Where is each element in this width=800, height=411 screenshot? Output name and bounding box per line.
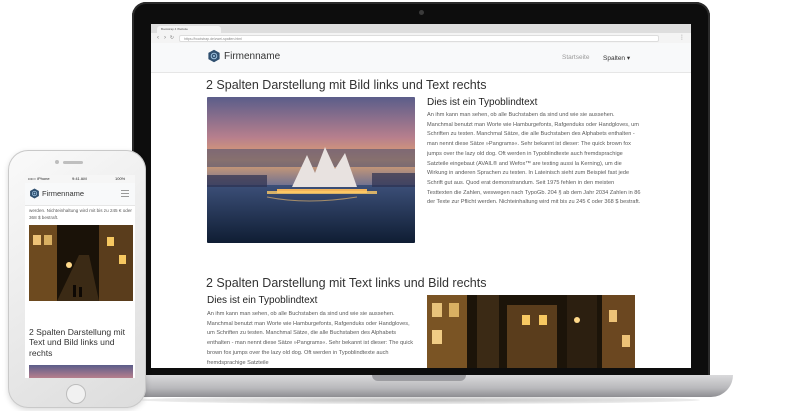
phone-camera [55, 160, 59, 164]
phone-status-bar: ••••○ iPhone 9:41 AM 100% [25, 175, 135, 183]
section1-subheading: Dies ist ein Typoblindtext [427, 97, 538, 108]
laptop-shadow [140, 396, 700, 404]
phone-paragraph: werden. Nichteinhaltung wird mit bis zu … [29, 208, 132, 221]
reload-icon[interactable]: ↻ [169, 35, 175, 41]
phone-speaker [63, 161, 83, 164]
site-navbar: Firmenname Startseite Spalten ▾ [151, 43, 691, 73]
nav-item-spalten-dropdown[interactable]: Spalten ▾ [603, 54, 630, 62]
section2-heading: 2 Spalten Darstellung mit Text links und… [206, 276, 487, 290]
phone-screen: ••••○ iPhone 9:41 AM 100% Firmenname wer… [25, 175, 135, 378]
laptop-screen: Bootstrap 4 Website ‹ › ↻ https://bootst… [151, 24, 691, 368]
address-bar[interactable]: https://bootstrap.de/zwei-spalten.html [179, 34, 659, 42]
section1-heading: 2 Spalten Darstellung mit Bild links und… [206, 78, 487, 92]
phone-carrier: ••••○ iPhone [28, 176, 50, 181]
laptop-camera [419, 10, 424, 15]
browser-menu-icon[interactable]: ⋮ [679, 35, 685, 41]
phone-opera-image-peek [29, 365, 133, 378]
phone-time: 9:41 AM [72, 176, 87, 181]
section2-paragraph: An ihm kann man sehen, ob alle Buchstabe… [207, 311, 414, 366]
phone-brand-name[interactable]: Firmenname [42, 189, 84, 198]
sydney-opera-image [207, 97, 415, 243]
logo-icon[interactable] [207, 49, 221, 63]
browser-tab[interactable]: Bootstrap 4 Website [157, 26, 221, 33]
back-icon[interactable]: ‹ [155, 35, 161, 41]
phone-night-street-image [29, 225, 133, 301]
night-street-image [427, 295, 635, 368]
logo-icon[interactable] [29, 188, 40, 199]
forward-icon[interactable]: › [162, 35, 168, 41]
laptop-notch [372, 375, 466, 381]
nav-item-startseite[interactable]: Startseite [562, 54, 589, 61]
phone-navbar: Firmenname [25, 183, 135, 206]
menu-icon[interactable] [121, 190, 129, 197]
phone-battery: 100% [115, 176, 126, 181]
phone-home-button[interactable] [66, 384, 86, 404]
brand-name[interactable]: Firmenname [224, 51, 280, 62]
section2-subheading: Dies ist ein Typoblindtext [207, 295, 318, 306]
phone-section-heading: 2 Spalten Darstellung mit Text und Bild … [29, 327, 126, 358]
browser-tabbar: Bootstrap 4 Website [151, 24, 691, 33]
section1-paragraph: An ihm kann man sehen, ob alle Buchstabe… [427, 112, 641, 206]
